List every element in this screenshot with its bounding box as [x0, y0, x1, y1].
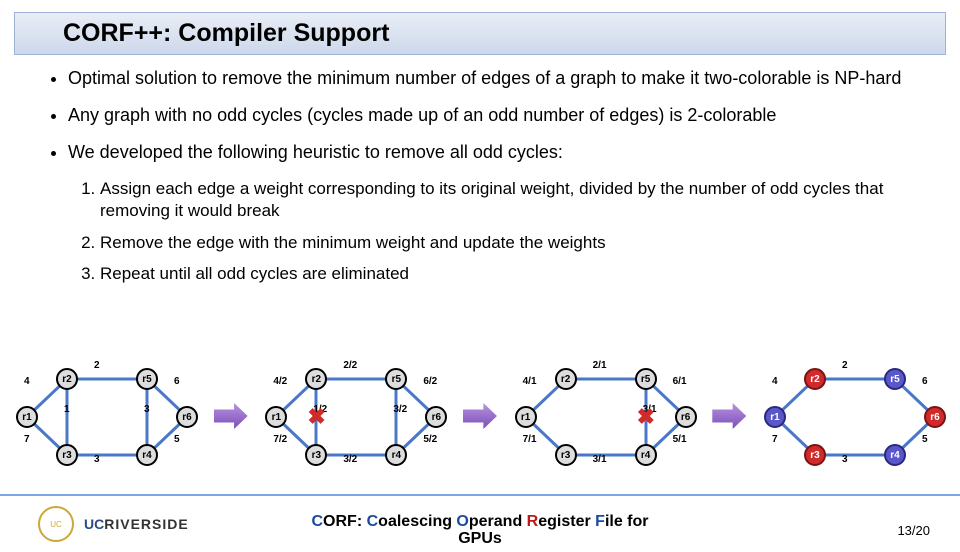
edge-weight: 3/2 [393, 404, 407, 415]
footer-f: F [595, 513, 605, 530]
edge-weight: 2 [94, 360, 100, 371]
edge-weight: 3/1 [593, 454, 607, 465]
remove-edge-icon: ✖ [637, 404, 655, 430]
arrow-icon [463, 403, 497, 429]
edge-weight: 6 [922, 376, 928, 387]
edge-weight: 4/1 [523, 376, 537, 387]
arrow-icon [712, 403, 746, 429]
edge-weight: 7 [772, 434, 778, 445]
graph-node: r5 [884, 368, 906, 390]
bullet-item: Optimal solution to remove the minimum n… [68, 67, 922, 90]
page-total: 20 [916, 523, 930, 538]
edge-weight: 2/1 [593, 360, 607, 371]
footer-egister: egister [538, 513, 595, 530]
logo-riverside: RIVERSIDE [104, 516, 188, 532]
graph-node: r3 [804, 444, 826, 466]
edge-weight: 7/2 [273, 434, 287, 445]
graph-node: r1 [764, 406, 786, 428]
graph-stage-1: r1 r2 r3 r4 r5 r6 4 2 6 7 3 5 1 3 [6, 362, 206, 470]
edge-weight: 5 [922, 434, 928, 445]
graph-stage-2: r1r2r3r4r5r64/22/26/27/23/25/21/23/2✖ [255, 362, 455, 470]
logo-uc: UC [84, 516, 104, 532]
edge-weight: 4/2 [273, 376, 287, 387]
footer-ile: ile for [605, 513, 649, 530]
graph-node: r5 [635, 368, 657, 390]
edge-weight: 3/2 [343, 454, 357, 465]
page-number: 13/20 [897, 523, 930, 538]
edge-weight: 7/1 [523, 434, 537, 445]
graph-stage-4: r1 r2 r3 r4 r5 r6 4 2 6 7 3 5 [754, 362, 954, 470]
edge-weight: 4 [24, 376, 30, 387]
graph-stage-3: r1r2r3r4r5r64/12/16/17/13/15/13/1✖ [505, 362, 705, 470]
step-item: Repeat until all odd cycles are eliminat… [100, 263, 922, 285]
graph-node: r3 [555, 444, 577, 466]
edge-weight: 5/1 [673, 434, 687, 445]
slide-footer: UC UCRIVERSIDE CORF: Coalescing Operand … [0, 494, 960, 552]
edge-weight: 3 [842, 454, 848, 465]
remove-edge-icon: ✖ [307, 404, 325, 430]
edge-weight: 2/2 [343, 360, 357, 371]
edge-weight: 7 [24, 434, 30, 445]
footer-r: R [527, 513, 539, 530]
footer-gpus: GPUs [458, 530, 502, 547]
edge-weight: 1 [64, 404, 70, 415]
slide-title: CORF++: Compiler Support [14, 12, 946, 55]
step-item: Assign each edge a weight corresponding … [100, 178, 922, 222]
ucr-logo: UCRIVERSIDE [84, 516, 189, 532]
edge-weight: 2 [842, 360, 848, 371]
graph-node: r1 [16, 406, 38, 428]
step-list: Assign each edge a weight corresponding … [38, 178, 922, 285]
footer-o: O [456, 513, 468, 530]
bullet-item: We developed the following heuristic to … [68, 141, 922, 164]
graph-node: r4 [136, 444, 158, 466]
footer-c: C [367, 513, 379, 530]
step-item: Remove the edge with the minimum weight … [100, 232, 922, 254]
slide-body: Optimal solution to remove the minimum n… [0, 55, 960, 285]
footer-colon: : [357, 513, 367, 530]
uc-seal-icon: UC [38, 506, 74, 542]
graph-node: r6 [176, 406, 198, 428]
graph-node: r2 [804, 368, 826, 390]
page-current: 13 [897, 523, 911, 538]
edge-weight: 3 [144, 404, 150, 415]
bullet-list: Optimal solution to remove the minimum n… [38, 67, 922, 164]
edge-weight: 5/2 [423, 434, 437, 445]
footer-oalescing: oalescing [378, 513, 456, 530]
graph-node: r6 [675, 406, 697, 428]
arrow-icon [214, 403, 248, 429]
edge-weight: 6/1 [673, 376, 687, 387]
edge-weight: 3 [94, 454, 100, 465]
graph-node: r4 [635, 444, 657, 466]
graph-node: r6 [924, 406, 946, 428]
graph-node: r5 [136, 368, 158, 390]
graph-node: r4 [884, 444, 906, 466]
edge-weight: 4 [772, 376, 778, 387]
graph-sequence: r1 r2 r3 r4 r5 r6 4 2 6 7 3 5 1 3 r1 r2 r3 r4 r5 r6 4/2 2/2 6… [6, 356, 954, 476]
graph-node: r3 [56, 444, 78, 466]
bullet-item: Any graph with no odd cycles (cycles mad… [68, 104, 922, 127]
footer-perand: perand [469, 513, 527, 530]
edge-weight: 5 [174, 434, 180, 445]
footer-title: CORF: Coalescing Operand Register File f… [311, 513, 648, 548]
graph-node: r2 [56, 368, 78, 390]
graph-node: r2 [555, 368, 577, 390]
edge-weight: 6 [174, 376, 180, 387]
edge-weight: 6/2 [423, 376, 437, 387]
graph-node: r1 [515, 406, 537, 428]
